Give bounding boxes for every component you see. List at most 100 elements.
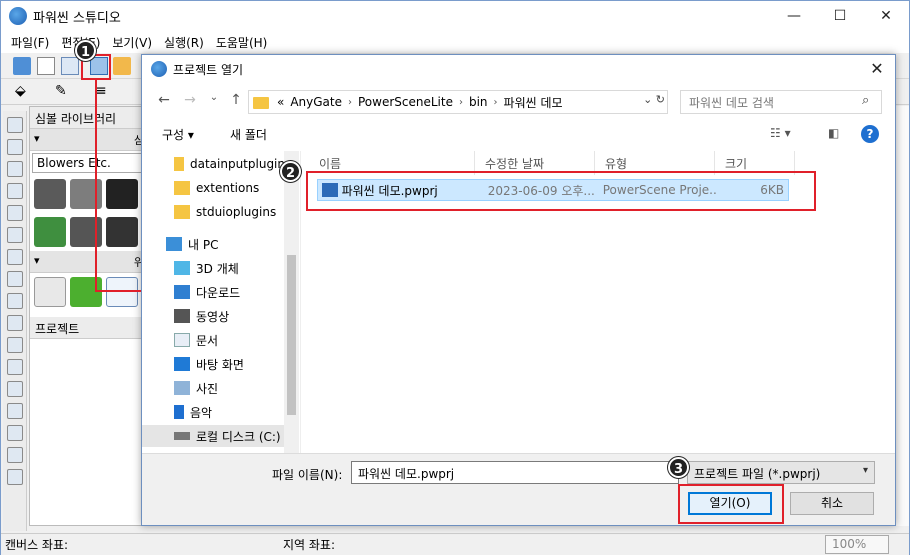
curve-tool-icon[interactable] xyxy=(6,425,23,441)
widget-section-header[interactable]: ▾ 위 xyxy=(30,251,148,273)
symbol-thumb[interactable] xyxy=(70,179,102,209)
round-rect-tool-icon[interactable] xyxy=(6,293,23,309)
breadcrumb-powerscenelite[interactable]: PowerSceneLite xyxy=(358,95,453,109)
app-title: 파워씬 스튜디오 xyxy=(33,10,121,26)
fill-color-icon[interactable]: ⬙ xyxy=(15,83,33,101)
folder-icon xyxy=(174,205,190,219)
pan-tool-icon[interactable] xyxy=(6,139,23,155)
up-arrow-icon[interactable]: ↑ xyxy=(226,92,246,110)
window-icon[interactable] xyxy=(61,57,79,75)
filename-input[interactable]: 파워씬 데모.pwprj ▾ xyxy=(351,461,679,484)
select-tool-icon[interactable] xyxy=(6,117,23,133)
folder-icon xyxy=(174,181,190,195)
project-panel-title: 프로젝트 xyxy=(30,317,148,339)
menu-view[interactable]: 보기(V) xyxy=(106,34,158,51)
check-widget-icon[interactable] xyxy=(70,277,102,307)
open-folder-icon[interactable] xyxy=(113,57,131,75)
nav-item-extentions[interactable]: extentions xyxy=(142,177,285,199)
refresh-icon[interactable]: ⌄ ↻ xyxy=(643,93,665,106)
filetype-value: 프로젝트 파일 (*.pwprj) xyxy=(694,467,821,481)
nav-item-my-pc[interactable]: 내 PC xyxy=(142,233,285,255)
new-project-icon[interactable] xyxy=(13,57,31,75)
symbol-row-2 xyxy=(30,213,148,251)
pipe-tool-icon[interactable] xyxy=(6,403,23,419)
nav-item-documents[interactable]: 문서 xyxy=(142,329,285,351)
chevron-down-icon[interactable]: ▾ xyxy=(863,465,868,476)
music-icon xyxy=(174,405,184,419)
nav-item-stduioplugins[interactable]: stduioplugins xyxy=(142,201,285,223)
zoom-tool-icon[interactable] xyxy=(6,161,23,177)
polyline-tool-icon[interactable] xyxy=(6,381,23,397)
symbol-thumb[interactable] xyxy=(34,217,66,247)
back-arrow-icon[interactable]: ← xyxy=(154,92,174,110)
fit-tool-icon[interactable] xyxy=(6,249,23,265)
search-input[interactable]: 파워씬 데모 검색 xyxy=(680,90,882,114)
nav-item-label: stduioplugins xyxy=(196,205,277,219)
nav-item-label: datainputplugin xyxy=(189,157,285,171)
address-bar[interactable]: « AnyGate › PowerSceneLite › bin › 파워씬 데… xyxy=(248,90,668,114)
nav-scroll-thumb[interactable] xyxy=(287,255,296,415)
nav-scrollbar[interactable] xyxy=(284,151,299,453)
recent-dropdown-icon[interactable]: ⌄ xyxy=(204,92,224,110)
app-logo-icon xyxy=(9,7,27,25)
view-options-icon[interactable]: ☷ ▾ xyxy=(770,126,791,140)
line-color-icon[interactable]: ✎ xyxy=(55,83,73,101)
line-width-icon[interactable]: ≡ xyxy=(95,83,113,101)
nav-item-datainputplugin[interactable]: datainputplugin xyxy=(142,153,285,175)
cancel-button[interactable]: 취소 xyxy=(790,492,874,515)
menu-help[interactable]: 도움말(H) xyxy=(210,34,274,51)
search-tool-icon[interactable] xyxy=(6,183,23,199)
nav-item-downloads[interactable]: 다운로드 xyxy=(142,281,285,303)
button-widget-icon[interactable] xyxy=(34,277,66,307)
symbol-thumb[interactable] xyxy=(70,217,102,247)
zoom-select[interactable]: 100% xyxy=(825,535,889,554)
nav-item-desktop[interactable]: 바탕 화면 xyxy=(142,353,285,375)
help-icon[interactable]: ? xyxy=(861,125,879,143)
nav-item-local-disk[interactable]: 로컬 디스크 (C:) xyxy=(142,425,285,447)
new-folder-button[interactable]: 새 폴더 xyxy=(230,126,267,143)
nav-item-3d-objects[interactable]: 3D 개체 xyxy=(142,257,285,279)
breadcrumb-anygate[interactable]: AnyGate xyxy=(290,95,342,109)
symbol-section-header[interactable]: ▾ 심 xyxy=(30,129,148,151)
breadcrumb-bin[interactable]: bin xyxy=(469,95,488,109)
minimize-button[interactable]: — xyxy=(771,1,817,31)
forward-arrow-icon[interactable]: → xyxy=(180,92,200,110)
nav-item-music[interactable]: 음악 xyxy=(142,401,285,423)
breadcrumb-demo[interactable]: 파워씬 데모 xyxy=(504,94,563,111)
symbol-thumb[interactable] xyxy=(34,179,66,209)
dialog-close-button[interactable]: ✕ xyxy=(865,59,889,79)
drive-icon xyxy=(174,432,190,440)
zoom-in-tool-icon[interactable] xyxy=(6,205,23,221)
nav-item-videos[interactable]: 동영상 xyxy=(142,305,285,327)
symbol-row-1 xyxy=(30,175,148,213)
widget-row xyxy=(30,273,148,311)
nav-item-label: 다운로드 xyxy=(196,285,241,300)
cube-icon xyxy=(174,261,190,275)
maximize-button[interactable]: ☐ xyxy=(817,1,863,31)
connector-tool-icon[interactable] xyxy=(6,447,23,463)
open-project-dialog: 프로젝트 열기 ✕ ← → ⌄ ↑ « AnyGate › PowerScene… xyxy=(141,54,896,526)
canvas-coords: 캔버스 좌표: xyxy=(5,538,69,552)
nav-item-pictures[interactable]: 사진 xyxy=(142,377,285,399)
symbol-category-select[interactable]: Blowers Etc. xyxy=(32,153,146,173)
shape-tool-icon[interactable] xyxy=(6,337,23,353)
search-icon: ⌕ xyxy=(862,93,870,108)
symbol-thumb[interactable] xyxy=(106,179,138,209)
rect-tool-icon[interactable] xyxy=(6,271,23,287)
menu-run[interactable]: 실행(R) xyxy=(158,34,210,51)
ellipse-tool-icon[interactable] xyxy=(6,315,23,331)
symbol-thumb[interactable] xyxy=(106,217,138,247)
dropdown-widget-icon[interactable] xyxy=(106,277,138,307)
organize-button[interactable]: 구성 ▾ xyxy=(162,126,194,143)
close-button[interactable]: ✕ xyxy=(863,1,909,31)
zoom-out-tool-icon[interactable] xyxy=(6,227,23,243)
menu-file[interactable]: 파일(F) xyxy=(5,34,55,51)
filetype-select[interactable]: 프로젝트 파일 (*.pwprj) ▾ xyxy=(687,461,875,484)
dialog-title-bar: 프로젝트 열기 ✕ xyxy=(142,55,895,83)
breadcrumb-prefix: « xyxy=(277,95,285,109)
new-file-icon[interactable] xyxy=(37,57,55,75)
line-tool-icon[interactable] xyxy=(6,359,23,375)
text-tool-icon[interactable] xyxy=(6,469,23,485)
highlight-step3 xyxy=(678,484,784,524)
preview-pane-icon[interactable]: ◧ xyxy=(828,126,839,140)
